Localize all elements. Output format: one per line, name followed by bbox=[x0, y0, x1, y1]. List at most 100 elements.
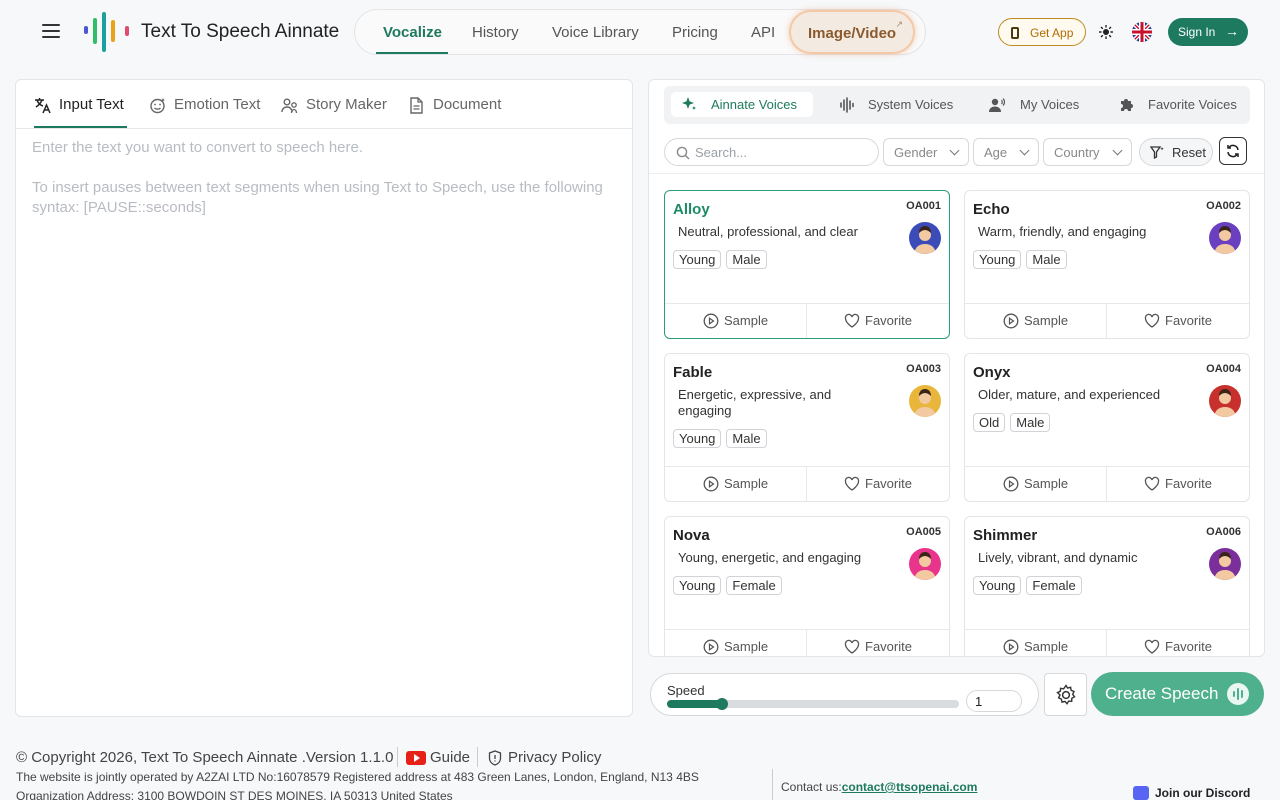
privacy-policy-link[interactable]: Privacy Policy bbox=[508, 749, 601, 766]
search-icon bbox=[676, 146, 690, 160]
tab-my-voices[interactable]: My Voices bbox=[989, 95, 1099, 115]
voice-tag: Young bbox=[973, 576, 1022, 595]
sample-button[interactable]: Sample bbox=[965, 304, 1107, 338]
country-dropdown-label: Country bbox=[1054, 145, 1100, 160]
sample-button[interactable]: Sample bbox=[665, 304, 807, 338]
logo-icon[interactable] bbox=[84, 12, 130, 52]
input-panel: Input Text Emotion Text Story Maker Docu… bbox=[15, 79, 633, 717]
age-dropdown[interactable]: Age bbox=[973, 138, 1039, 166]
organization-address: Organization Address: 3100 BOWDOIN ST DE… bbox=[16, 789, 453, 800]
get-app-button[interactable]: Get App bbox=[998, 18, 1086, 46]
search-input[interactable] bbox=[695, 145, 865, 160]
favorite-button[interactable]: Favorite bbox=[1107, 630, 1249, 656]
gender-dropdown[interactable]: Gender bbox=[883, 138, 969, 166]
avatar bbox=[1209, 385, 1241, 417]
voice-code: OA005 bbox=[906, 526, 941, 538]
tab-favorite-voices[interactable]: Favorite Voices bbox=[1119, 95, 1249, 115]
voice-card[interactable]: Echo OA002 Warm, friendly, and engaging You… bbox=[964, 190, 1250, 339]
play-circle-icon bbox=[1003, 313, 1019, 329]
voice-name: Onyx bbox=[973, 364, 1011, 381]
nav-voice-library[interactable]: Voice Library bbox=[552, 24, 639, 41]
voice-search[interactable] bbox=[664, 138, 879, 166]
voice-panel: Ainnate Voices System Voices My Voices F… bbox=[648, 79, 1265, 657]
speed-slider-thumb[interactable] bbox=[716, 698, 729, 710]
voice-name: Fable bbox=[673, 364, 713, 381]
sign-in-button[interactable]: Sign In → bbox=[1168, 18, 1248, 46]
voice-description: Older, mature, and experienced bbox=[978, 387, 1161, 402]
speed-value-input[interactable]: 1 bbox=[966, 690, 1022, 712]
country-dropdown[interactable]: Country bbox=[1043, 138, 1132, 166]
gear-icon bbox=[1056, 684, 1076, 705]
sample-button[interactable]: Sample bbox=[965, 467, 1107, 501]
refresh-button[interactable] bbox=[1219, 137, 1247, 165]
sample-label: Sample bbox=[1024, 476, 1069, 491]
voice-tag: Young bbox=[673, 250, 722, 269]
nav-history[interactable]: History bbox=[472, 24, 519, 41]
favorite-label: Favorite bbox=[865, 476, 912, 491]
voice-description: Lively, vibrant, and dynamic bbox=[978, 550, 1138, 565]
sun-icon[interactable] bbox=[1099, 25, 1113, 39]
chevron-down-icon bbox=[1019, 145, 1030, 156]
speed-slider-fill bbox=[667, 700, 723, 708]
voice-card[interactable]: Fable OA003 Energetic, expressive, and eng… bbox=[664, 353, 950, 502]
get-app-label: Get App bbox=[1030, 26, 1074, 40]
voice-card[interactable]: Onyx OA004 Older, mature, and experienced O… bbox=[964, 353, 1250, 502]
people-icon bbox=[281, 98, 298, 114]
copyright-text: © Copyright 2026, Text To Speech Ainnate… bbox=[16, 749, 394, 766]
nav-api[interactable]: API bbox=[751, 24, 775, 41]
voice-card-actions: Sample Favorite bbox=[665, 303, 949, 338]
reset-button[interactable]: Reset bbox=[1139, 138, 1213, 166]
refresh-icon bbox=[1227, 144, 1239, 158]
menu-icon[interactable] bbox=[42, 24, 60, 38]
voice-card-actions: Sample Favorite bbox=[665, 466, 949, 501]
sample-label: Sample bbox=[724, 476, 769, 491]
external-link-icon: ↗ bbox=[895, 19, 903, 29]
voice-tag: Female bbox=[726, 576, 782, 595]
tab-ainnate-voices[interactable]: Ainnate Voices bbox=[671, 92, 813, 117]
uk-flag-icon[interactable] bbox=[1132, 22, 1152, 42]
favorite-button[interactable]: Favorite bbox=[1107, 467, 1249, 501]
nav-image-video[interactable]: Image/Video ↗ bbox=[789, 10, 915, 54]
voice-tag: Male bbox=[726, 429, 767, 448]
voice-name: Echo bbox=[973, 201, 1010, 218]
youtube-icon[interactable] bbox=[406, 751, 426, 765]
voice-tag: Female bbox=[1026, 576, 1082, 595]
discord-icon[interactable] bbox=[1133, 786, 1149, 800]
favorite-button[interactable]: Favorite bbox=[807, 630, 949, 656]
discord-link[interactable]: Join our Discord bbox=[1155, 786, 1250, 800]
guide-link[interactable]: Guide bbox=[430, 749, 470, 766]
nav-vocalize[interactable]: Vocalize bbox=[383, 24, 442, 41]
app-title[interactable]: Text To Speech Ainnate bbox=[141, 21, 339, 43]
sample-button[interactable]: Sample bbox=[665, 630, 807, 656]
create-speech-button[interactable]: Create Speech bbox=[1091, 672, 1264, 716]
tab-system-voices-label: System Voices bbox=[868, 97, 954, 112]
main-nav: Vocalize History Voice Library Pricing A… bbox=[354, 9, 926, 55]
reset-label: Reset bbox=[1172, 145, 1206, 160]
voice-tags: Young Male bbox=[673, 250, 767, 269]
text-input-area[interactable]: Enter the text you want to convert to sp… bbox=[32, 138, 618, 238]
favorite-button[interactable]: Favorite bbox=[807, 467, 949, 501]
tab-story-maker-label: Story Maker bbox=[306, 96, 387, 113]
nav-pricing[interactable]: Pricing bbox=[672, 24, 718, 41]
favorite-label: Favorite bbox=[1165, 313, 1212, 328]
document-icon bbox=[410, 97, 423, 114]
voice-tags: Young Female bbox=[973, 576, 1082, 595]
favorite-button[interactable]: Favorite bbox=[807, 304, 949, 338]
chevron-down-icon bbox=[949, 145, 960, 156]
contact-email-link[interactable]: contact@ttsopenai.com bbox=[842, 780, 978, 794]
sample-button[interactable]: Sample bbox=[965, 630, 1107, 656]
footer: © Copyright 2026, Text To Speech Ainnate… bbox=[0, 735, 1280, 800]
favorite-button[interactable]: Favorite bbox=[1107, 304, 1249, 338]
voice-card[interactable]: Alloy OA001 Neutral, professional, and cle… bbox=[664, 190, 950, 339]
voice-card[interactable]: Nova OA005 Young, energetic, and engaging Y… bbox=[664, 516, 950, 656]
emotion-icon bbox=[150, 98, 165, 114]
voice-card[interactable]: Shimmer OA006 Lively, vibrant, and dynamic… bbox=[964, 516, 1250, 656]
footer-vertical-divider bbox=[772, 769, 773, 800]
gender-dropdown-label: Gender bbox=[894, 145, 938, 160]
operator-text: The website is jointly operated by A2ZAI… bbox=[16, 770, 699, 784]
settings-button[interactable] bbox=[1044, 673, 1087, 716]
tab-system-voices[interactable]: System Voices bbox=[839, 95, 969, 115]
sample-button[interactable]: Sample bbox=[665, 467, 807, 501]
speed-label: Speed bbox=[667, 683, 705, 698]
speed-slider[interactable] bbox=[667, 698, 959, 710]
